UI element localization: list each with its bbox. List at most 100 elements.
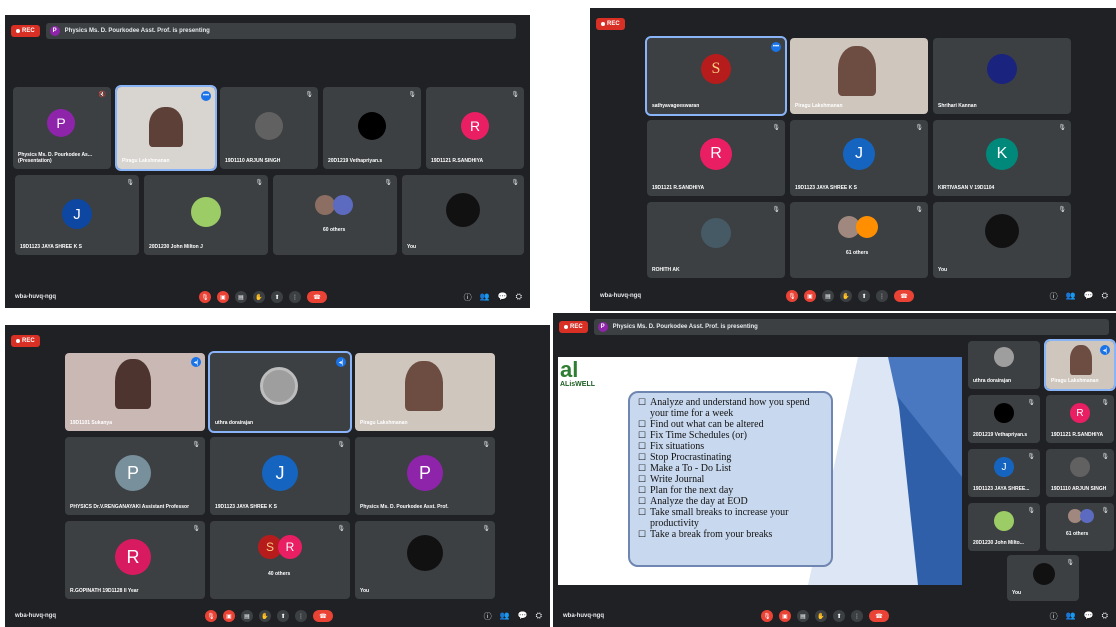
activities-icon[interactable]: ⛭	[1102, 291, 1108, 302]
participant-tile[interactable]: J 🎙 19D1123 JAYA SHREE K S	[790, 120, 928, 196]
end-call-icon[interactable]: ☎	[894, 290, 914, 302]
slide-item: Fix Time Schedules (or)	[638, 430, 823, 441]
presenting-banner[interactable]: P Physics Ms. D. Pourkodee Asst. Prof. is…	[593, 319, 1109, 335]
participant-tile[interactable]: ◂| Piragu Lakshmanan	[1044, 339, 1116, 391]
camera-off-icon[interactable]: ▣	[217, 291, 229, 303]
participant-tile[interactable]: 🎙 19D1110 ARJUN SINGH	[1046, 449, 1114, 497]
participant-tile[interactable]: 🎙 20D1230 John Milto...	[968, 503, 1040, 551]
participant-tile[interactable]: ◂| uthra dorairajan	[208, 351, 352, 433]
end-call-icon[interactable]: ☎	[869, 610, 889, 622]
participant-tile[interactable]: P 🎙 Physics Ms. D. Pourkodee Asst. Prof.	[355, 437, 495, 515]
rec-label: REC	[22, 338, 35, 344]
end-call-icon[interactable]: ☎	[313, 610, 333, 622]
captions-icon[interactable]: ▤	[797, 610, 809, 622]
mic-off-icon: 🎙	[1027, 508, 1035, 514]
participant-name: Piragu Lakshmanan	[122, 158, 170, 164]
others-tile[interactable]: 🎙 61 others	[1046, 503, 1114, 551]
chat-icon[interactable]: 💬	[1084, 291, 1094, 302]
present-icon[interactable]: ⬆	[277, 610, 289, 622]
people-icon[interactable]: 👥	[1066, 611, 1076, 622]
self-tile[interactable]: 🎙 You	[1007, 555, 1079, 601]
activities-icon[interactable]: ⛭	[536, 611, 542, 622]
captions-icon[interactable]: ▤	[822, 290, 834, 302]
info-icon[interactable]: ⓘ	[1050, 291, 1058, 302]
present-icon[interactable]: ⬆	[858, 290, 870, 302]
participant-tile[interactable]: K 🎙 KIRTIVASAN V 19D1104	[933, 120, 1071, 196]
presenting-banner[interactable]: P Physics Ms. D. Pourkodee Asst. Prof. is…	[45, 23, 516, 39]
participant-tile[interactable]: Piragu Lakshmanan	[790, 38, 928, 114]
info-icon[interactable]: ⓘ	[464, 292, 472, 303]
info-icon[interactable]: ⓘ	[1050, 611, 1058, 622]
participant-tile[interactable]: 🎙 20D1230 John Milton J	[144, 175, 268, 255]
participant-tile[interactable]: J 🎙 19D1123 JAYA SHREE K S	[210, 437, 350, 515]
mic-off-icon[interactable]: 🎙	[199, 291, 211, 303]
participant-tile[interactable]: R 🎙 19D1121 R.SANDHIYA	[1046, 395, 1114, 443]
mic-off-icon[interactable]: 🎙	[786, 290, 798, 302]
participant-tile[interactable]: 🎙 19D1110 ARJUN SINGH	[220, 87, 318, 169]
participant-tile[interactable]: 🎙 20D1219 Vethapriyan.s	[968, 395, 1040, 443]
participant-tile[interactable]: Piragu Lakshmanan	[355, 353, 495, 431]
self-tile[interactable]: 🎙 You	[355, 521, 495, 599]
participant-name: 19D1121 R.SANDHIYA	[431, 158, 484, 164]
present-icon[interactable]: ⬆	[271, 291, 283, 303]
hand-icon[interactable]: ✋	[815, 610, 827, 622]
people-icon[interactable]: 👥	[1066, 291, 1076, 302]
participant-tile[interactable]: R 🎙 19D1121 R.SANDHIYA	[426, 87, 524, 169]
mic-off-icon[interactable]: 🎙	[205, 610, 217, 622]
avatar: J	[994, 457, 1014, 477]
participant-tile[interactable]: 🎙 ROHITH AK	[647, 202, 785, 278]
top-bar: REC P Physics Ms. D. Pourkodee Asst. Prof…	[11, 22, 516, 40]
participant-tile[interactable]: Shrihari Kannan	[933, 38, 1071, 114]
captions-icon[interactable]: ▤	[235, 291, 247, 303]
end-call-icon[interactable]: ☎	[307, 291, 327, 303]
participant-tile[interactable]: 🎙 20D1219 Vethapriyan.s	[323, 87, 421, 169]
participant-tile[interactable]: J 🎙 19D1123 JAYA SHREE K S	[15, 175, 139, 255]
participant-tile[interactable]: R 🎙 R.GOPINATH 19D1128 II Year	[65, 521, 205, 599]
participant-photo	[701, 218, 731, 248]
participant-tile[interactable]: uthra dorairajan	[968, 341, 1040, 389]
avatar: J	[262, 455, 298, 491]
camera-off-icon[interactable]: ▣	[779, 610, 791, 622]
people-icon[interactable]: 👥	[500, 611, 510, 622]
participant-tile[interactable]: J 🎙 19D1123 JAYA SHREE...	[968, 449, 1040, 497]
mic-off-icon: 🎙	[1101, 454, 1109, 460]
info-icon[interactable]: ⓘ	[484, 611, 492, 622]
activities-icon[interactable]: ⛭	[516, 292, 522, 303]
participant-tile[interactable]: P 🎙 PHYSICS Dr.V.RENGANAYAKI Assistant P…	[65, 437, 205, 515]
hand-icon[interactable]: ✋	[253, 291, 265, 303]
self-tile[interactable]: 🎙 You	[402, 175, 524, 255]
more-icon[interactable]: ⋮	[851, 610, 863, 622]
participant-photo	[191, 197, 221, 227]
more-icon[interactable]: ⋮	[876, 290, 888, 302]
present-icon[interactable]: ⬆	[833, 610, 845, 622]
more-options-icon[interactable]: •••	[771, 42, 781, 52]
hand-icon[interactable]: ✋	[259, 610, 271, 622]
participant-tile[interactable]: R 🎙 19D1121 R.SANDHIYA	[647, 120, 785, 196]
others-tile[interactable]: 🎙 60 others	[273, 175, 397, 255]
participant-tile[interactable]: ◂| 19D1101 Sukanya	[65, 353, 205, 431]
participant-tile[interactable]: P 🔇 Physics Ms. D. Pourkodee As... (Pres…	[13, 87, 111, 169]
avatar: J	[843, 138, 875, 170]
camera-off-icon[interactable]: ▣	[223, 610, 235, 622]
participant-name: Piragu Lakshmanan	[1051, 378, 1099, 384]
chat-icon[interactable]: 💬	[518, 611, 528, 622]
chat-icon[interactable]: 💬	[1084, 611, 1094, 622]
bottom-bar: wba-huvq-ngq 🎙 ▣ ▤ ✋ ⬆ ⋮ ☎ ⓘ 👥 💬 ⛭	[553, 605, 1116, 627]
captions-icon[interactable]: ▤	[241, 610, 253, 622]
others-tile[interactable]: 🎙 61 others	[790, 202, 928, 278]
chat-icon[interactable]: 💬	[498, 292, 508, 303]
people-icon[interactable]: 👥	[480, 292, 490, 303]
hand-icon[interactable]: ✋	[840, 290, 852, 302]
mic-off-icon[interactable]: 🎙	[761, 610, 773, 622]
bottom-bar: wba-huvq-ngq 🎙 ▣ ▤ ✋ ⬆ ⋮ ☎ ⓘ 👥 💬 ⛭	[5, 605, 550, 627]
camera-off-icon[interactable]: ▣	[804, 290, 816, 302]
more-icon[interactable]: ⋮	[295, 610, 307, 622]
self-tile[interactable]: 🎙 You	[933, 202, 1071, 278]
activities-icon[interactable]: ⛭	[1102, 611, 1108, 622]
others-tile[interactable]: S R 🎙 40 others	[210, 521, 350, 599]
more-icon[interactable]: ⋮	[289, 291, 301, 303]
participant-name: uthra dorairajan	[973, 378, 1012, 384]
participant-tile[interactable]: S ••• sathyavageeswaran	[645, 36, 787, 116]
speaking-indicator-icon: •••	[201, 91, 211, 101]
participant-tile[interactable]: ••• Piragu Lakshmanan	[115, 85, 217, 171]
